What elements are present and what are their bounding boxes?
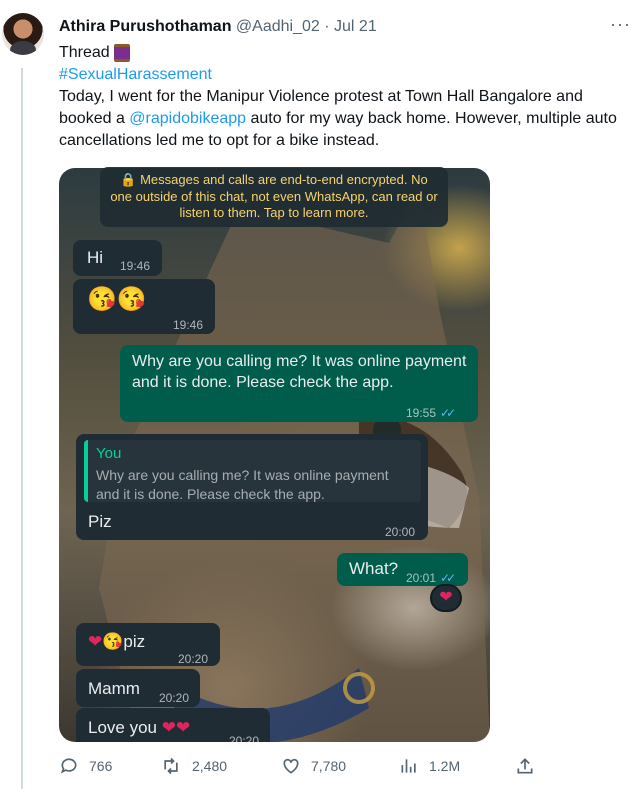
chat-message-outgoing[interactable]: What? 20:01 ✓✓	[337, 553, 468, 586]
thread-connector-line	[21, 68, 23, 789]
heart-reaction-icon[interactable]: ❤	[430, 584, 462, 612]
reply-button[interactable]: 766	[59, 756, 112, 776]
heart-kiss-emoji-icon: ❤😘	[88, 632, 124, 651]
tweet-header: Athira Purushothaman @Aadhi_02 · Jul 21	[59, 18, 377, 36]
message-time: 20:20	[229, 734, 260, 742]
read-ticks-icon: ✓✓	[440, 571, 456, 585]
like-button[interactable]: 7,780	[281, 756, 346, 776]
message-text: Mamm	[88, 679, 140, 698]
message-time: 19:55 ✓✓	[406, 406, 456, 420]
message-time: 19:46	[173, 318, 204, 332]
chat-message-incoming[interactable]: 😘😘 19:46	[73, 279, 215, 334]
views-count: 1.2M	[429, 758, 461, 774]
message-text: Love you ❤❤	[88, 718, 191, 737]
hashtag-link[interactable]: #SexualHarassement	[59, 66, 212, 83]
message-emoji: 😘😘	[87, 286, 147, 313]
spool-of-thread-icon	[113, 44, 130, 62]
message-time: 20:20	[159, 691, 190, 705]
chat-message-reply[interactable]: You Why are you calling me? It was onlin…	[76, 434, 428, 540]
separator-dot: ·	[324, 18, 330, 35]
quote-author: You	[96, 445, 122, 462]
encryption-notice[interactable]: 🔒 Messages and calls are end-to-end encr…	[100, 167, 448, 227]
message-text: What?	[349, 559, 399, 578]
chat-message-incoming[interactable]: Hi 19:46	[73, 240, 162, 276]
like-icon	[283, 758, 299, 774]
hearts-emoji-icon: ❤❤	[161, 718, 191, 737]
quote-text: Why are you calling me? It was online pa…	[96, 467, 389, 502]
message-text: Piz	[88, 512, 112, 531]
share-button[interactable]	[515, 756, 535, 776]
tweet-actions-bar: 766 2,480 7,780 1.2M	[59, 756, 549, 782]
message-text: ❤😘piz	[88, 632, 146, 651]
author-name[interactable]: Athira Purushothaman	[59, 18, 231, 35]
views-button[interactable]: 1.2M	[399, 756, 460, 776]
like-count: 7,780	[311, 758, 347, 774]
author-handle[interactable]: @Aadhi_02	[236, 18, 320, 35]
chat-message-outgoing[interactable]: Why are you calling me? It was online pa…	[120, 345, 478, 422]
reply-icon	[60, 758, 77, 774]
message-time: 20:00	[385, 525, 416, 539]
read-ticks-icon: ✓✓	[440, 406, 456, 420]
mention-link[interactable]: @rapidobikeapp	[129, 110, 246, 127]
tweet-text: Thread #SexualHarassement Today, I went …	[59, 42, 624, 152]
message-time: 19:46	[120, 259, 151, 273]
message-text: Hi	[87, 248, 104, 267]
quoted-message[interactable]: You Why are you calling me? It was onlin…	[84, 440, 421, 502]
tweet-date[interactable]: Jul 21	[334, 18, 377, 35]
views-icon	[401, 759, 416, 773]
message-time: 20:20	[178, 652, 209, 666]
share-icon	[517, 758, 533, 774]
retweet-button[interactable]: 2,480	[160, 756, 227, 776]
chat-message-incoming[interactable]: Love you ❤❤ 20:20	[76, 708, 270, 742]
reply-count: 766	[89, 758, 113, 774]
thread-label: Thread	[59, 44, 110, 61]
retweet-count: 2,480	[192, 758, 228, 774]
chat-message-incoming[interactable]: Mamm 20:20	[76, 669, 200, 707]
message-text: Why are you calling me? It was online pa…	[132, 353, 467, 391]
avatar[interactable]	[2, 13, 44, 55]
chat-message-incoming[interactable]: ❤😘piz 20:20	[76, 623, 220, 666]
more-dots-icon[interactable]: ···	[610, 14, 631, 35]
retweet-icon	[164, 757, 178, 775]
